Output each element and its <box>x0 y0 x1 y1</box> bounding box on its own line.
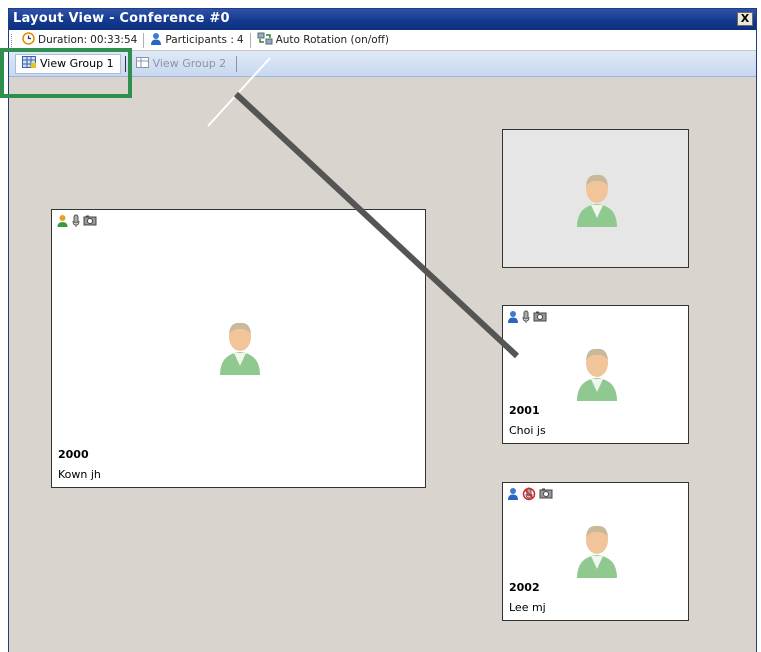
participants-value: 4 <box>236 34 244 46</box>
participant-tile[interactable]: 2002 Lee mj <box>502 482 689 621</box>
microphone-icon <box>522 310 530 327</box>
participant-name: Lee mj <box>509 601 546 614</box>
participant-name: Choi js <box>509 424 546 437</box>
user-avatar-icon <box>575 346 619 405</box>
layout-view-window: Layout View - Conference #0 X Duration: … <box>8 8 757 652</box>
participant-tile[interactable]: 2001 Choi js <box>502 305 689 444</box>
grid-icon <box>135 56 149 71</box>
user-avatar-icon <box>218 320 262 379</box>
user-icon <box>507 310 519 327</box>
user-icon <box>507 487 519 504</box>
tab-divider <box>236 55 238 72</box>
tile-status-icons <box>507 487 553 504</box>
auto-rotation-button[interactable]: Auto Rotation (on/off) <box>253 32 393 48</box>
duration-item: Duration: 00:33:54 <box>18 32 141 48</box>
duration-value: 00:33:54 <box>90 34 138 46</box>
microphone-muted-icon <box>522 487 536 504</box>
grid-icon <box>22 56 36 71</box>
user-avatar-icon <box>575 523 619 582</box>
title-bar[interactable]: Layout View - Conference #0 X <box>9 9 756 30</box>
tab-label: View Group 2 <box>152 57 227 70</box>
participants-label: Participants : <box>165 34 234 46</box>
participants-item: Participants : 4 <box>146 32 247 49</box>
window-title: Layout View - Conference #0 <box>13 11 230 26</box>
participant-id: 2002 <box>509 581 540 594</box>
toolbar-grip[interactable] <box>11 33 14 47</box>
camera-icon <box>533 311 547 326</box>
rotation-icon <box>257 32 273 48</box>
participant-tile-main[interactable]: 2000 Kown jh <box>51 209 426 488</box>
tile-status-icons <box>507 310 547 327</box>
participant-icon <box>150 32 162 49</box>
clock-icon <box>22 32 35 48</box>
toolbar: Duration: 00:33:54 Participants : 4 Auto… <box>9 30 756 51</box>
close-button[interactable]: X <box>737 12 753 26</box>
user-avatar-icon <box>575 172 619 231</box>
tab-view-group-2[interactable]: View Group 2 <box>130 54 233 74</box>
speaking-user-icon <box>56 214 69 231</box>
participant-name: Kown jh <box>58 468 101 481</box>
participant-id: 2001 <box>509 404 540 417</box>
camera-icon <box>539 488 553 503</box>
participant-tile-empty[interactable] <box>502 129 689 268</box>
tab-divider <box>124 55 126 72</box>
toolbar-separator <box>143 32 145 48</box>
microphone-icon <box>72 214 80 231</box>
view-group-tabs: View Group 1 View Group 2 <box>9 51 756 77</box>
auto-rotation-label: Auto Rotation (on/off) <box>275 34 390 46</box>
participant-id: 2000 <box>58 448 89 461</box>
duration-label: Duration: <box>38 34 88 46</box>
tile-status-icons <box>56 214 97 231</box>
camera-icon <box>83 215 97 230</box>
tab-view-group-1[interactable]: View Group 1 <box>15 53 121 74</box>
tab-label: View Group 1 <box>40 57 114 70</box>
toolbar-separator <box>249 32 251 48</box>
